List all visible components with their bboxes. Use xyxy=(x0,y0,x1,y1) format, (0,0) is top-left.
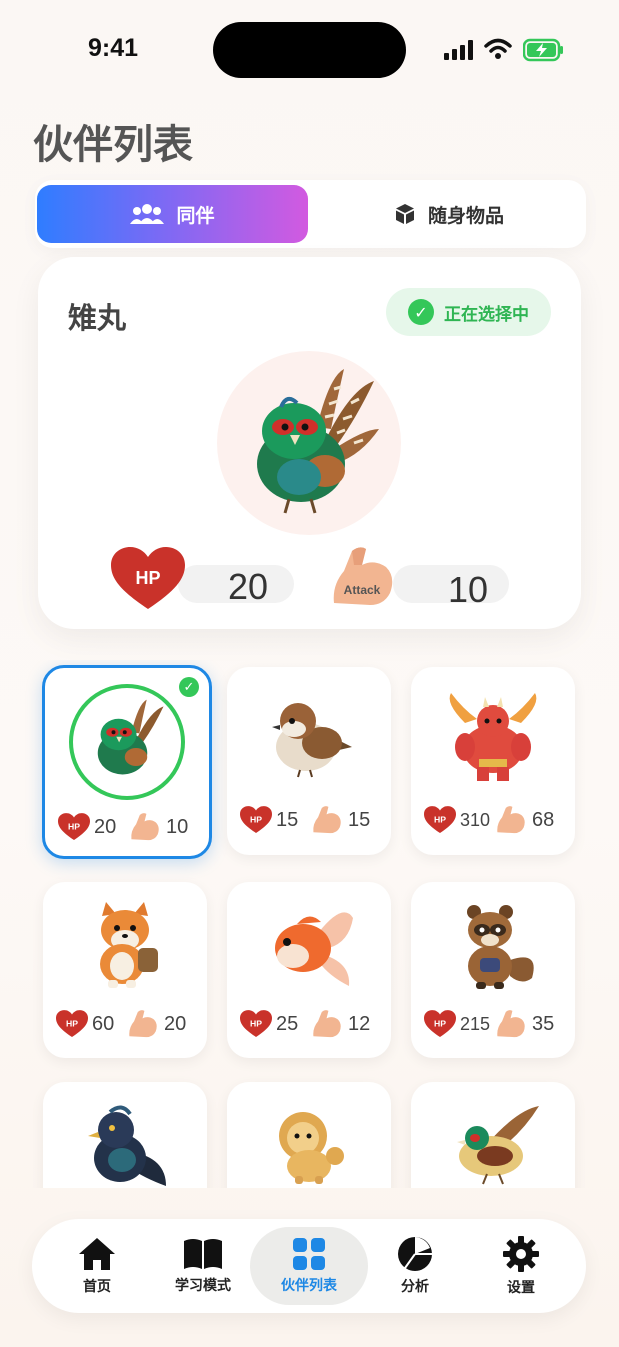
companion-card-tanuki[interactable]: HP 215 35 xyxy=(411,882,575,1058)
nav-item-companion-list[interactable]: 伙伴列表 xyxy=(250,1227,368,1305)
dynamic-island xyxy=(213,22,406,78)
companion-hp: 310 xyxy=(459,809,491,830)
tanuki-image xyxy=(467,905,534,989)
companion-hp: 20 xyxy=(94,815,117,838)
companion-attack: 20 xyxy=(164,1012,187,1035)
selected-status-label: 正在选择中 xyxy=(444,304,529,325)
companion-card-goldfish[interactable]: HP 25 12 xyxy=(227,882,391,1058)
tab-companions-label: 同伴 xyxy=(176,204,215,227)
companion-card-shiba[interactable]: HP 60 20 xyxy=(43,882,207,1058)
companion-stats: HP 15 15 xyxy=(227,805,391,835)
pheasant-image xyxy=(97,699,164,775)
check-icon: ✓ xyxy=(179,677,199,697)
companion-hp: 215 xyxy=(459,1013,491,1034)
nav-analysis-label: 分析 xyxy=(401,1279,429,1295)
hp-heart-icon: HP xyxy=(111,547,185,609)
sparrow-image xyxy=(272,703,352,778)
check-circle-icon: ✓ xyxy=(408,299,434,325)
attack-arm-icon xyxy=(313,806,341,834)
hp-heart-icon: HP xyxy=(423,806,456,833)
attack-arm-icon xyxy=(497,806,525,834)
selected-attack-value: 10 xyxy=(448,569,489,610)
companion-card-pheasant[interactable]: ✓ HP 20 10 xyxy=(42,665,212,859)
companion-hp: 60 xyxy=(92,1012,115,1035)
companion-card-phoenix-pheasant[interactable] xyxy=(411,1082,575,1188)
svg-text:HP: HP xyxy=(434,815,446,825)
nav-item-settings[interactable]: 设置 xyxy=(466,1227,576,1305)
attack-arm-icon xyxy=(131,813,159,841)
hp-icon-text: HP xyxy=(135,568,160,588)
attack-arm-icon xyxy=(497,1010,525,1038)
companion-card-oni[interactable]: HP 310 68 xyxy=(411,667,575,855)
attack-arm-icon xyxy=(313,1010,341,1038)
companion-card-sparrow[interactable]: HP 15 15 xyxy=(227,667,391,855)
tab-items[interactable]: 随身物品 xyxy=(314,185,584,243)
companion-card-golden-lion[interactable] xyxy=(227,1082,391,1188)
gear-icon xyxy=(503,1236,539,1272)
black-bird-image xyxy=(88,1105,166,1186)
attack-icon-text: Attack xyxy=(344,583,381,597)
companion-card-black-bird[interactable] xyxy=(43,1082,207,1188)
nav-item-analysis[interactable]: 分析 xyxy=(360,1227,470,1305)
cellular-signal-icon xyxy=(444,40,473,60)
status-bar: 9:41 xyxy=(0,0,619,100)
page-title: 伙伴列表 xyxy=(33,122,193,168)
tab-items-label: 随身物品 xyxy=(427,204,504,227)
home-icon xyxy=(79,1238,115,1270)
companion-stats: HP 60 20 xyxy=(43,1009,207,1039)
companion-grid: ✓ HP 20 10 HP 15 15 HP 310 68 HP 60 20 H… xyxy=(0,660,619,1188)
tab-companions[interactable]: 同伴 xyxy=(37,185,308,243)
nav-settings-label: 设置 xyxy=(507,1280,535,1296)
hp-heart-icon: HP xyxy=(58,813,90,840)
wifi-icon xyxy=(484,38,512,59)
people-icon xyxy=(130,204,165,224)
svg-text:HP: HP xyxy=(250,1019,262,1029)
companion-attack: 35 xyxy=(532,1012,555,1035)
svg-text:HP: HP xyxy=(68,822,80,832)
svg-text:HP: HP xyxy=(250,815,262,825)
bottom-nav: 首页 学习模式 伙伴列表 分析 设置 xyxy=(32,1219,586,1313)
pheasant-image xyxy=(257,369,379,514)
box-icon xyxy=(395,204,414,224)
book-icon xyxy=(184,1239,222,1269)
companion-stats: HP 215 35 xyxy=(411,1009,575,1039)
svg-text:HP: HP xyxy=(434,1019,446,1029)
companion-attack: 15 xyxy=(348,808,371,831)
hp-heart-icon: HP xyxy=(240,1010,272,1037)
selected-status-badge: ✓ 正在选择中 xyxy=(386,288,551,336)
battery-charging-icon xyxy=(523,38,563,62)
attack-arm-icon: Attack xyxy=(333,547,393,605)
hp-heart-icon: HP xyxy=(423,1010,456,1037)
pie-chart-icon xyxy=(398,1237,432,1271)
hp-heart-icon: HP xyxy=(56,1010,88,1037)
nav-item-home[interactable]: 首页 xyxy=(42,1227,152,1305)
selected-companion-card: 雉丸 ✓ 正在选择中 HP 20 Attack 10 xyxy=(38,257,581,629)
goldfish-image xyxy=(275,912,353,986)
golden-lion-image xyxy=(279,1112,344,1184)
companion-attack: 68 xyxy=(532,808,555,831)
companion-hp: 15 xyxy=(276,808,299,831)
nav-companion-label: 伙伴列表 xyxy=(281,1278,337,1294)
grid-icon xyxy=(293,1238,325,1270)
companion-stats: HP 25 12 xyxy=(227,1009,391,1039)
status-time: 9:41 xyxy=(88,34,139,62)
attack-arm-icon xyxy=(129,1010,157,1038)
nav-item-study-mode[interactable]: 学习模式 xyxy=(148,1227,258,1305)
companion-attack: 10 xyxy=(166,815,189,838)
selected-companion-avatar xyxy=(217,351,401,535)
hp-heart-icon: HP xyxy=(240,806,272,833)
svg-text:HP: HP xyxy=(66,1019,78,1029)
nav-study-label: 学习模式 xyxy=(175,1278,231,1294)
companion-stats: HP 310 68 xyxy=(411,805,575,835)
shiba-dog-image xyxy=(100,902,158,988)
selected-hp-value: 20 xyxy=(228,566,269,607)
companion-stats: HP 20 10 xyxy=(45,812,209,842)
segment-control: 同伴 随身物品 xyxy=(35,180,586,248)
nav-home-label: 首页 xyxy=(83,1279,111,1295)
companion-attack: 12 xyxy=(348,1012,371,1035)
phoenix-pheasant-image xyxy=(457,1106,539,1185)
selected-companion-name: 雉丸 xyxy=(68,301,127,335)
companion-hp: 25 xyxy=(276,1012,299,1035)
oni-image xyxy=(449,693,537,781)
